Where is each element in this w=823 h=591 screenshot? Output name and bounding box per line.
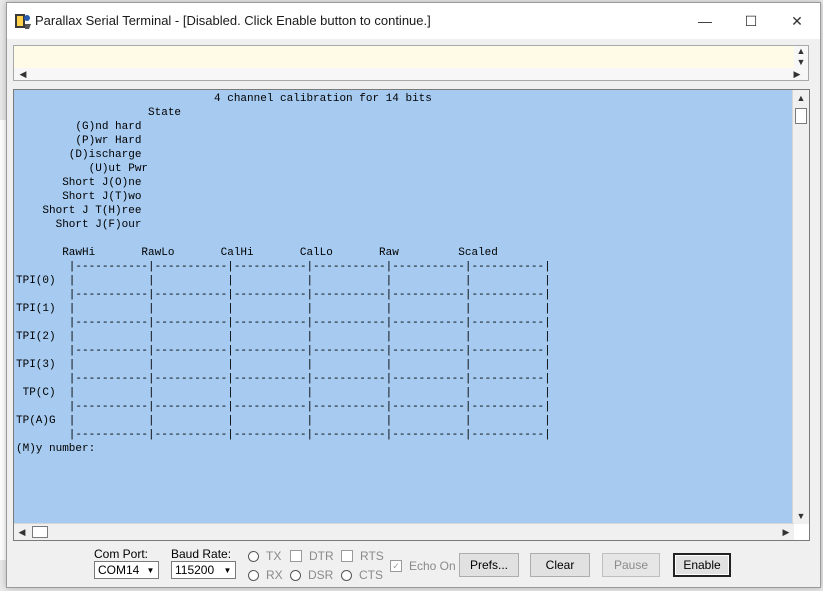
com-port-select[interactable]: COM14 ▼ bbox=[94, 561, 159, 579]
checkbox-icon bbox=[341, 550, 353, 562]
rts-checkbox[interactable]: RTS bbox=[341, 549, 384, 563]
receive-pane: 4 channel calibration for 14 bits State … bbox=[13, 89, 810, 541]
scroll-up-icon[interactable]: ▲ bbox=[794, 91, 808, 105]
tx-indicator: TX bbox=[248, 549, 281, 563]
dsr-indicator: DSR bbox=[290, 568, 333, 582]
maximize-button[interactable]: ☐ bbox=[728, 3, 774, 39]
scroll-left-icon[interactable]: ◀ bbox=[16, 67, 30, 81]
minimize-icon: — bbox=[698, 13, 712, 29]
title-bar[interactable]: Parallax Serial Terminal - [Disabled. Cl… bbox=[7, 3, 820, 39]
parallax-app-icon bbox=[15, 14, 31, 29]
rts-label: RTS bbox=[360, 549, 384, 563]
scroll-thumb[interactable] bbox=[795, 108, 807, 124]
receive-horizontal-scrollbar[interactable]: ◀ ▶ bbox=[14, 523, 794, 540]
chevron-down-icon: ▼ bbox=[146, 565, 155, 575]
baud-rate-label: Baud Rate: bbox=[171, 547, 232, 561]
echo-on-checkbox[interactable]: ✓ Echo On bbox=[390, 559, 456, 573]
radio-icon bbox=[290, 569, 301, 581]
receive-vertical-scrollbar[interactable]: ▲ ▼ bbox=[792, 90, 809, 524]
window-title: Parallax Serial Terminal - [Disabled. Cl… bbox=[35, 13, 431, 28]
control-bar: Com Port: COM14 ▼ Baud Rate: 115200 ▼ TX… bbox=[7, 541, 820, 587]
baud-rate-value: 115200 bbox=[175, 563, 215, 577]
scroll-right-icon[interactable]: ▶ bbox=[790, 67, 804, 81]
transmit-vertical-scrollbar[interactable]: ▲ ▼ bbox=[794, 46, 808, 68]
scroll-right-icon[interactable]: ▶ bbox=[779, 525, 793, 539]
clear-button[interactable]: Clear bbox=[530, 553, 590, 577]
terminal-output: 4 channel calibration for 14 bits State … bbox=[16, 93, 551, 455]
com-port-label: Com Port: bbox=[94, 547, 149, 561]
rx-indicator: RX bbox=[248, 568, 283, 582]
transmit-horizontal-scrollbar[interactable]: ◀ ▶ bbox=[14, 68, 808, 80]
cts-label: CTS bbox=[359, 568, 383, 582]
com-port-value: COM14 bbox=[98, 563, 140, 577]
serial-terminal-window: Parallax Serial Terminal - [Disabled. Cl… bbox=[6, 2, 821, 588]
echo-on-label: Echo On bbox=[409, 559, 456, 573]
close-button[interactable]: ✕ bbox=[774, 3, 820, 39]
radio-icon bbox=[248, 550, 259, 562]
maximize-icon: ☐ bbox=[744, 12, 758, 29]
minimize-button[interactable]: — bbox=[682, 3, 728, 39]
tx-label: TX bbox=[266, 549, 282, 563]
receive-text-area[interactable]: 4 channel calibration for 14 bits State … bbox=[14, 90, 794, 524]
radio-icon bbox=[248, 569, 259, 581]
radio-icon bbox=[341, 569, 352, 581]
dtr-checkbox[interactable]: DTR bbox=[290, 549, 334, 563]
scroll-down-icon[interactable]: ▼ bbox=[794, 509, 808, 523]
scroll-thumb[interactable] bbox=[32, 526, 48, 538]
prefs-button[interactable]: Prefs... bbox=[459, 553, 519, 577]
dsr-label: DSR bbox=[308, 568, 334, 582]
transmit-input[interactable]: ▲ ▼ ◀ ▶ bbox=[13, 45, 809, 81]
dtr-label: DTR bbox=[309, 549, 334, 563]
checkmark-icon: ✓ bbox=[390, 560, 402, 572]
baud-rate-select[interactable]: 115200 ▼ bbox=[171, 561, 236, 579]
checkbox-icon bbox=[290, 550, 302, 562]
chevron-down-icon: ▼ bbox=[223, 565, 232, 575]
close-icon: ✕ bbox=[791, 12, 803, 29]
enable-button[interactable]: Enable bbox=[673, 553, 731, 577]
scroll-left-icon[interactable]: ◀ bbox=[15, 525, 29, 539]
pause-button[interactable]: Pause bbox=[602, 553, 660, 577]
rx-label: RX bbox=[266, 568, 283, 582]
cts-indicator: CTS bbox=[341, 568, 383, 582]
